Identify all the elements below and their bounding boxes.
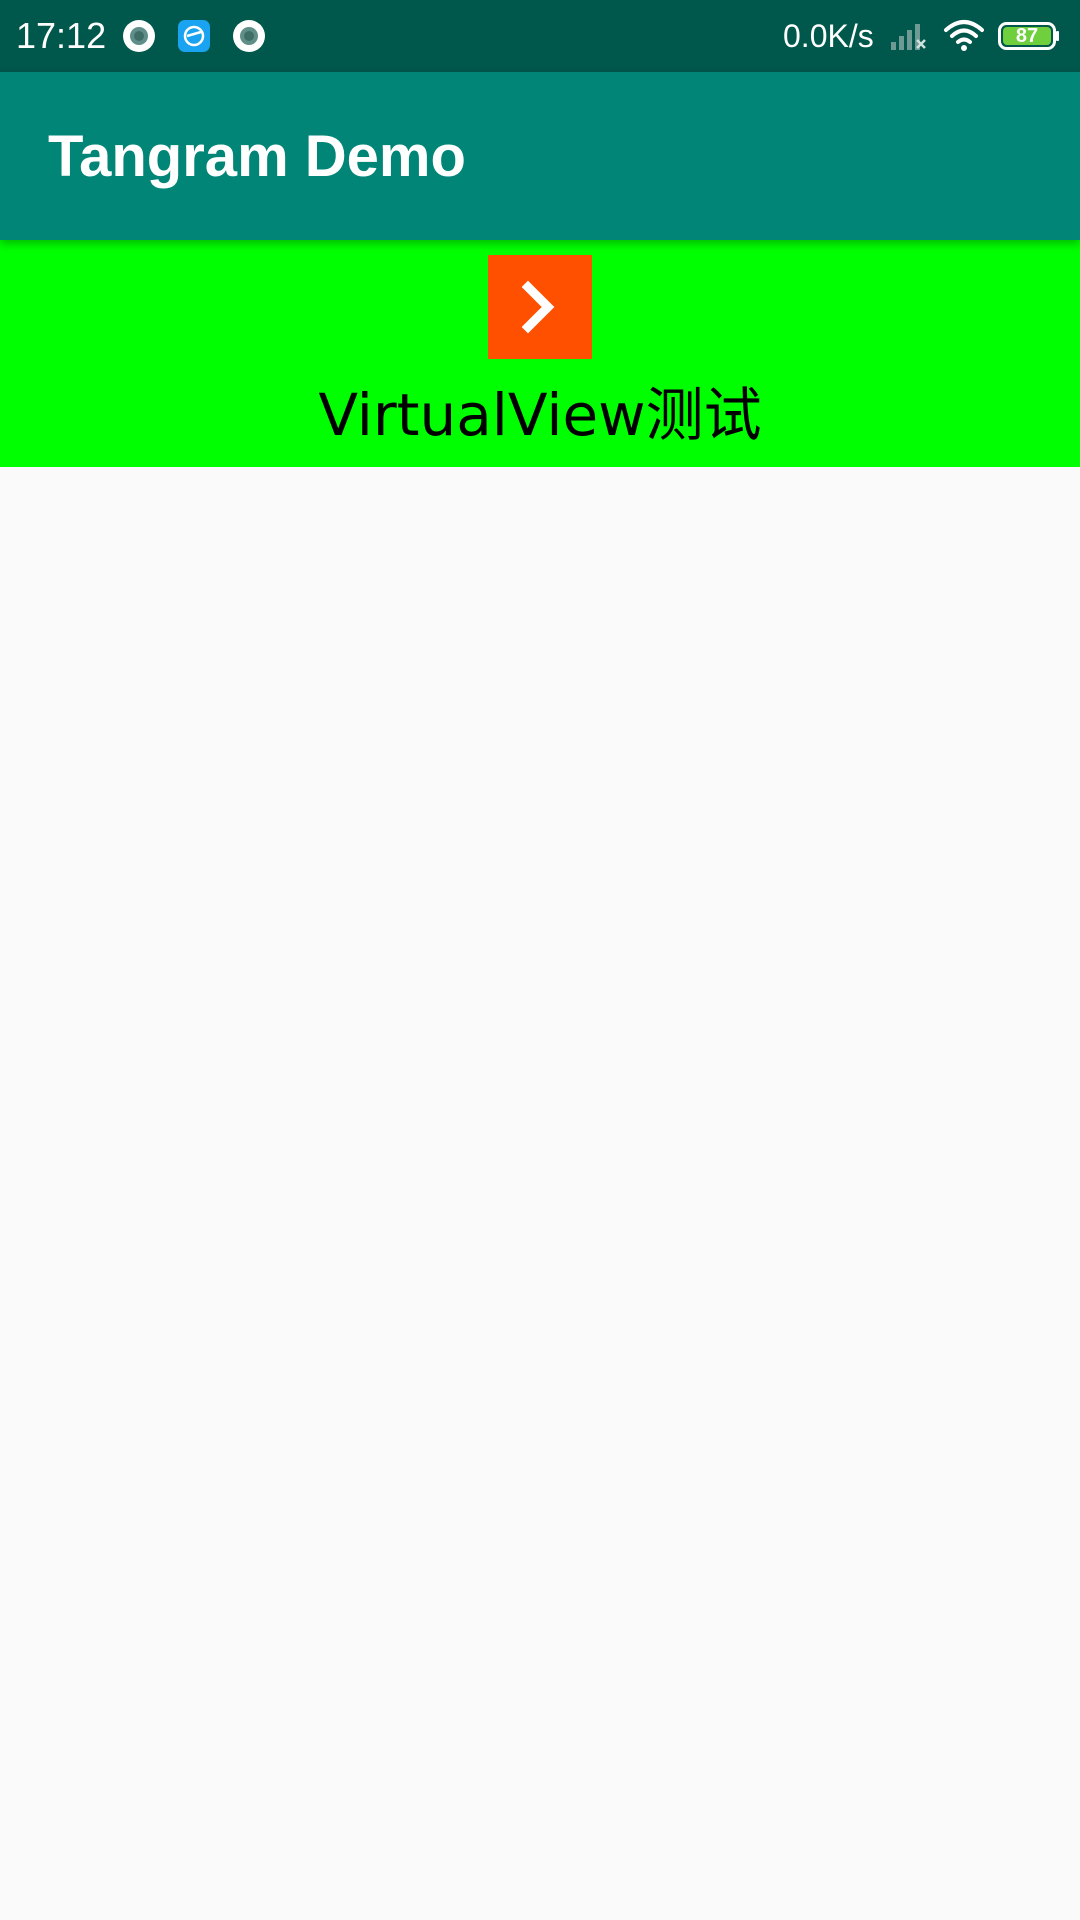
content-area [0, 467, 1080, 1920]
network-speed: 0.0K/s [783, 18, 874, 54]
app-bar: Tangram Demo [0, 72, 1080, 240]
record-icon [123, 20, 155, 52]
virtualview-label: VirtualView测试 [318, 381, 762, 449]
browser-icon [178, 20, 210, 52]
wifi-icon [944, 20, 984, 51]
chevron-right-box[interactable] [488, 255, 592, 359]
status-time: 17:12 [16, 15, 107, 56]
virtualview-card[interactable]: VirtualView测试 [0, 240, 1080, 467]
record-icon [233, 20, 265, 52]
chevron-right-icon [521, 280, 555, 334]
signal-icon [891, 24, 926, 50]
app-title: Tangram Demo [48, 124, 466, 189]
battery-icon: 87 [998, 22, 1060, 50]
battery-level: 87 [1015, 25, 1039, 47]
status-bar: 17:12 0.0K/s 87 [0, 0, 1080, 72]
